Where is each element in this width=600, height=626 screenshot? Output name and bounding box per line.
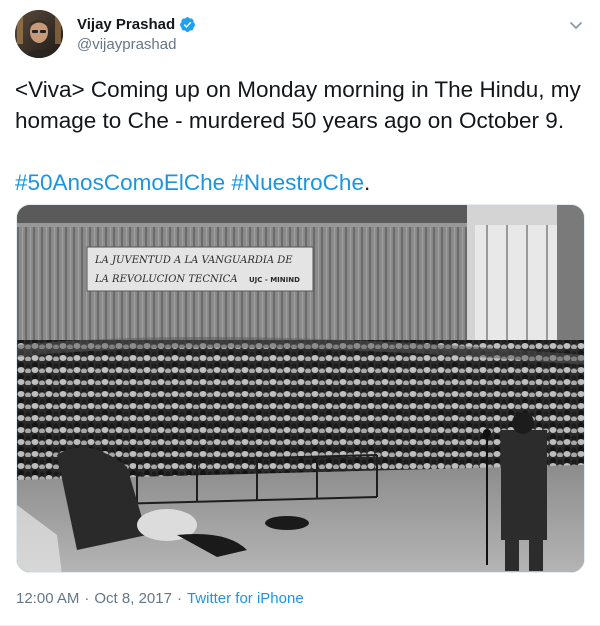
- tweet-text-line-2: homage to Che - murdered 50 years ago on…: [15, 108, 565, 133]
- tweet-header: Vijay Prashad @vijayprashad: [15, 10, 585, 64]
- tweet-text: <Viva> Coming up on Monday morning in Th…: [15, 74, 587, 198]
- photo-banner-line-2: LA REVOLUCION TECNICA: [94, 274, 238, 285]
- photo-banner-tag: UJC - MININD: [249, 276, 300, 284]
- chevron-down-icon[interactable]: [567, 16, 585, 34]
- handle[interactable]: @vijayprashad: [77, 36, 196, 53]
- tweet-time[interactable]: 12:00 AM: [16, 590, 79, 607]
- trailing-punctuation: .: [363, 170, 371, 195]
- meta-separator-2: ·: [176, 590, 182, 607]
- photo-banner: LA JUVENTUD A LA VANGUARDIA DE LA REVOLU…: [86, 246, 314, 292]
- hashtag-50anos[interactable]: #50AnosComoElChe: [15, 170, 225, 195]
- avatar[interactable]: [15, 10, 63, 58]
- avatar-image: [15, 10, 63, 58]
- display-name[interactable]: Vijay Prashad: [77, 16, 175, 33]
- hashtag-nuestroche[interactable]: #NuestroChe: [231, 170, 364, 195]
- tweet-source-link[interactable]: Twitter for iPhone: [187, 590, 304, 607]
- display-name-row: Vijay Prashad: [77, 14, 196, 34]
- meta-separator: ·: [84, 590, 90, 607]
- tweet-photo[interactable]: LA JUVENTUD A LA VANGUARDIA DE LA REVOLU…: [16, 204, 585, 573]
- author-names: Vijay Prashad @vijayprashad: [77, 14, 196, 53]
- tweet-meta: 12:00 AM · Oct 8, 2017 · Twitter for iPh…: [16, 590, 304, 607]
- tweet: Vijay Prashad @vijayprashad <Viva> Comin…: [0, 0, 600, 626]
- tweet-date[interactable]: Oct 8, 2017: [94, 590, 172, 607]
- tweet-text-line-1: <Viva> Coming up on Monday morning in Th…: [15, 77, 581, 102]
- photo-image: LA JUVENTUD A LA VANGUARDIA DE LA REVOLU…: [17, 205, 584, 572]
- photo-banner-line-1: LA JUVENTUD A LA VANGUARDIA DE: [94, 255, 293, 266]
- verified-badge-icon: [179, 16, 196, 33]
